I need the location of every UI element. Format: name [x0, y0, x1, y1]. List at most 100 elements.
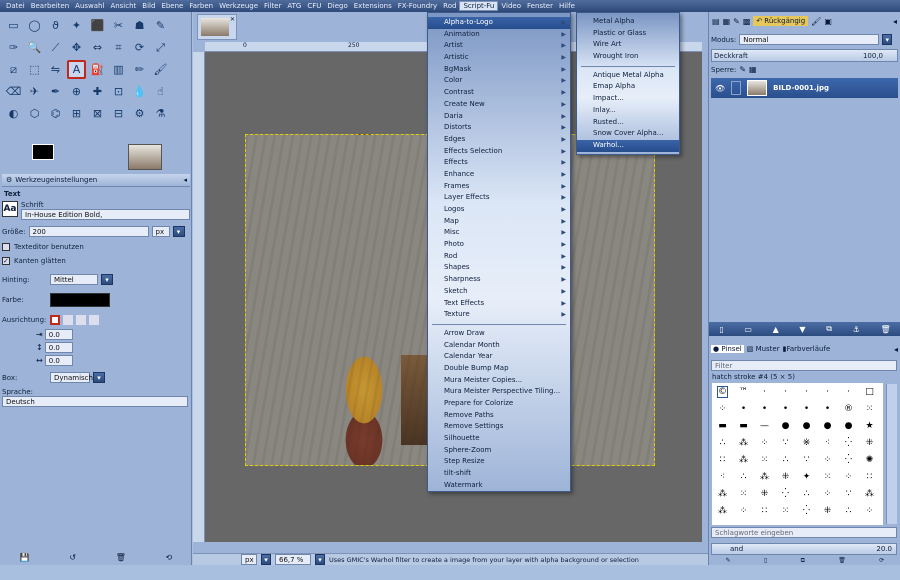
- line-spacing-field[interactable]: 0.0: [44, 342, 73, 353]
- rotate-icon[interactable]: ⟳: [130, 38, 149, 57]
- brush-scrollbar[interactable]: [886, 384, 897, 524]
- brush-thumbnail[interactable]: ⁛: [782, 489, 789, 499]
- unified-transform-icon[interactable]: ⊞: [67, 104, 86, 123]
- brush-tag-input[interactable]: Schlagworte eingeben: [711, 527, 897, 538]
- blur-icon[interactable]: 💧: [130, 82, 149, 101]
- unit-dropdown[interactable]: ▾: [261, 554, 271, 565]
- menu-item-plastic-or-glass[interactable]: Plastic or Glass: [577, 28, 679, 40]
- use-editor-checkbox[interactable]: [2, 243, 10, 251]
- brush-thumbnail[interactable]: ∴: [846, 506, 852, 516]
- new-layer-icon[interactable]: ▯: [719, 325, 723, 334]
- save-options-icon[interactable]: 💾: [20, 553, 30, 562]
- brush-thumbnail[interactable]: ⁙: [761, 455, 769, 465]
- menu-item-misc[interactable]: Misc: [428, 227, 570, 239]
- menu-auswahl[interactable]: Auswahl: [72, 2, 107, 10]
- crop-icon[interactable]: ⌗: [109, 38, 128, 57]
- font-field[interactable]: In-House Edition Bold,: [21, 209, 190, 220]
- menu-item-sharpness[interactable]: Sharpness: [428, 274, 570, 286]
- brush-thumbnail[interactable]: □: [865, 387, 874, 397]
- new-group-icon[interactable]: ▭: [744, 325, 752, 334]
- brush-thumbnail[interactable]: ∵: [846, 489, 852, 499]
- menu-bearbeiten[interactable]: Bearbeiten: [28, 2, 72, 10]
- menu-item-mura-meister-perspective-tiling[interactable]: Mura Meister Perspective Tiling...: [428, 386, 570, 398]
- menu-item-silhouette[interactable]: Silhouette: [428, 433, 570, 445]
- perspective-clone-icon[interactable]: ⊡: [109, 82, 128, 101]
- menu-item-remove-settings[interactable]: Remove Settings: [428, 421, 570, 433]
- menu-fenster[interactable]: Fenster: [524, 2, 556, 10]
- menu-item-layer-effects[interactable]: Layer Effects: [428, 192, 570, 204]
- blend-icon[interactable]: ▥: [109, 60, 128, 79]
- brush-thumbnail[interactable]: •: [741, 404, 746, 414]
- dock-menu-icon[interactable]: ◂: [893, 17, 897, 26]
- vertical-ruler[interactable]: [193, 52, 205, 542]
- dodge-burn-icon[interactable]: ◐: [4, 104, 23, 123]
- mode-dropdown[interactable]: ▾: [882, 34, 893, 45]
- brush-thumbnail[interactable]: ∵: [804, 455, 810, 465]
- layer-chain-icon[interactable]: [731, 81, 742, 95]
- brush-filter-input[interactable]: Filter: [711, 360, 897, 371]
- brush-thumbnail[interactable]: ·: [805, 387, 808, 397]
- undo-history-tab[interactable]: ↶ Rückgängig: [753, 16, 809, 26]
- brush-thumbnail[interactable]: ⁙: [866, 404, 874, 414]
- brush-thumbnail[interactable]: ⁂: [865, 489, 874, 499]
- menu-item-arrow-draw[interactable]: Arrow Draw: [428, 328, 570, 340]
- menu-item-wire-art[interactable]: Wire Art: [577, 39, 679, 51]
- mode-select[interactable]: Normal: [739, 34, 880, 45]
- eraser-icon[interactable]: ⌫: [4, 82, 23, 101]
- brush-thumbnail[interactable]: ⁜: [761, 489, 769, 499]
- brush-thumbnail[interactable]: ⁘: [845, 472, 853, 482]
- menu-item-artist[interactable]: Artist: [428, 40, 570, 52]
- reset-options-icon[interactable]: ⟲: [165, 553, 172, 562]
- hinting-select[interactable]: Mittel: [50, 274, 98, 285]
- duplicate-layer-icon[interactable]: ⧉: [826, 324, 832, 334]
- menu-item-prepare-for-colorize[interactable]: Prepare for Colorize: [428, 398, 570, 410]
- menu-item-calendar-year[interactable]: Calendar Year: [428, 351, 570, 363]
- menu-item-sketch[interactable]: Sketch: [428, 286, 570, 298]
- brush-thumbnail[interactable]: ⁂: [739, 438, 748, 448]
- heal-icon[interactable]: ✚: [88, 82, 107, 101]
- brush-thumbnail[interactable]: ⁂: [718, 489, 727, 499]
- brush-thumbnail[interactable]: ●: [824, 421, 832, 431]
- brush-thumbnail[interactable]: •: [804, 404, 809, 414]
- box-select[interactable]: Dynamisch: [50, 372, 93, 383]
- size-unit-dropdown[interactable]: ▾: [172, 226, 185, 237]
- image-tab[interactable]: ✕: [197, 14, 237, 40]
- foreground-color[interactable]: [32, 144, 54, 160]
- foreground-select-icon[interactable]: ☗: [130, 16, 149, 35]
- menu-item-bgmask[interactable]: BgMask: [428, 64, 570, 76]
- flip-icon[interactable]: ⇋: [46, 60, 65, 79]
- colormap-tab-icon[interactable]: ▩: [743, 17, 751, 26]
- delete-options-icon[interactable]: 🗑: [116, 553, 126, 562]
- menu-item-effects[interactable]: Effects: [428, 157, 570, 169]
- menu-item-metal-alpha[interactable]: Metal Alpha: [577, 16, 679, 28]
- brush-thumbnail[interactable]: ●: [782, 421, 790, 431]
- airbrush-icon[interactable]: ✈: [25, 82, 44, 101]
- justify-right-button[interactable]: [63, 315, 73, 325]
- brush-thumbnail[interactable]: ™: [739, 387, 748, 397]
- brush-thumbnail[interactable]: ⁜: [866, 438, 874, 448]
- justify-center-button[interactable]: [76, 315, 86, 325]
- brush-thumbnail[interactable]: ⁘: [824, 489, 832, 499]
- brush-thumbnail[interactable]: ∴: [804, 489, 810, 499]
- color-picker-icon[interactable]: ✑: [4, 38, 23, 57]
- menu-item-calendar-month[interactable]: Calendar Month: [428, 340, 570, 352]
- hinting-dropdown[interactable]: ▾: [101, 274, 113, 285]
- menu-item-create-new[interactable]: Create New: [428, 99, 570, 111]
- smudge-icon[interactable]: ☝: [151, 82, 170, 101]
- menu-item-rod[interactable]: Rod: [428, 251, 570, 263]
- brush-thumbnail[interactable]: ∷: [762, 506, 768, 516]
- ellipse-select-icon[interactable]: ◯: [25, 16, 44, 35]
- menu-item-rusted[interactable]: Rusted...: [577, 117, 679, 129]
- brush-thumbnail[interactable]: ●: [803, 421, 811, 431]
- align-icon[interactable]: ⇔: [88, 38, 107, 57]
- box-dropdown[interactable]: ▾: [93, 372, 105, 383]
- menu-item-enhance[interactable]: Enhance: [428, 169, 570, 181]
- brush-thumbnail[interactable]: ※: [803, 438, 811, 448]
- menu-ansicht[interactable]: Ansicht: [107, 2, 139, 10]
- size-field[interactable]: 200: [28, 226, 149, 237]
- menu-item-daria[interactable]: Daria: [428, 111, 570, 123]
- brush-thumbnail[interactable]: ⁂: [760, 472, 769, 482]
- pencil-icon[interactable]: ✏: [130, 60, 149, 79]
- layer-name[interactable]: BILD-0001.jpg: [773, 84, 829, 92]
- language-field[interactable]: Deutsch: [2, 396, 188, 407]
